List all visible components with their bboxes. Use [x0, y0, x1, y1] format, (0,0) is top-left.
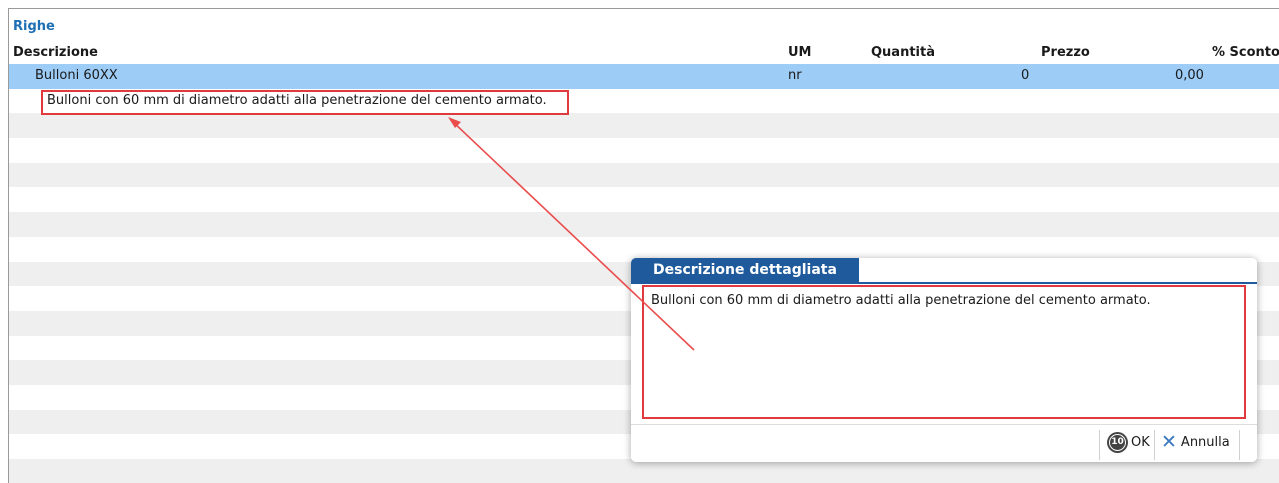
dialog-tab-corner — [843, 258, 852, 282]
column-header-um[interactable]: UM — [788, 45, 812, 60]
dialog-highlight-box — [642, 285, 1246, 419]
dialog-title: Descrizione dettagliata — [631, 258, 859, 282]
table-row[interactable]: Bulloni 60XX nr 0 0,00 — [9, 64, 1279, 89]
column-header-sconto[interactable]: % Sconto — [1212, 45, 1279, 60]
cell-um: nr — [788, 68, 802, 83]
cancel-button[interactable]: ✕ Annulla — [1161, 428, 1230, 456]
ok-button-label: OK — [1131, 434, 1150, 450]
table-row[interactable] — [9, 187, 1279, 213]
table-row[interactable] — [9, 162, 1279, 188]
table-row[interactable] — [9, 113, 1279, 139]
cell-prezzo: 0,00 — [1175, 68, 1204, 83]
cancel-button-label: Annulla — [1180, 434, 1230, 450]
table-row[interactable] — [9, 459, 1279, 483]
f10-key-icon: 10 — [1109, 433, 1126, 451]
table-header: Descrizione UM Quantità Prezzo % Sconto — [9, 41, 1279, 62]
button-separator — [1239, 430, 1240, 460]
cell-descrizione: Bulloni 60XX — [35, 68, 118, 83]
column-header-descrizione[interactable]: Descrizione — [13, 45, 98, 60]
row-highlight-box — [41, 90, 569, 115]
table-row[interactable] — [9, 138, 1279, 163]
dialog-footer-divider — [631, 424, 1257, 425]
button-separator — [1154, 430, 1155, 460]
section-title: Righe — [13, 19, 55, 34]
ok-button[interactable]: 10 OK — [1109, 428, 1150, 456]
column-header-prezzo[interactable]: Prezzo — [1041, 45, 1090, 60]
button-separator — [1099, 430, 1100, 460]
close-x-icon: ✕ — [1161, 430, 1177, 453]
dialog-title-underline — [631, 282, 1257, 284]
table-row[interactable] — [9, 212, 1279, 237]
column-header-quantita[interactable]: Quantità — [871, 45, 935, 60]
cell-quantita: 0 — [1021, 68, 1030, 83]
